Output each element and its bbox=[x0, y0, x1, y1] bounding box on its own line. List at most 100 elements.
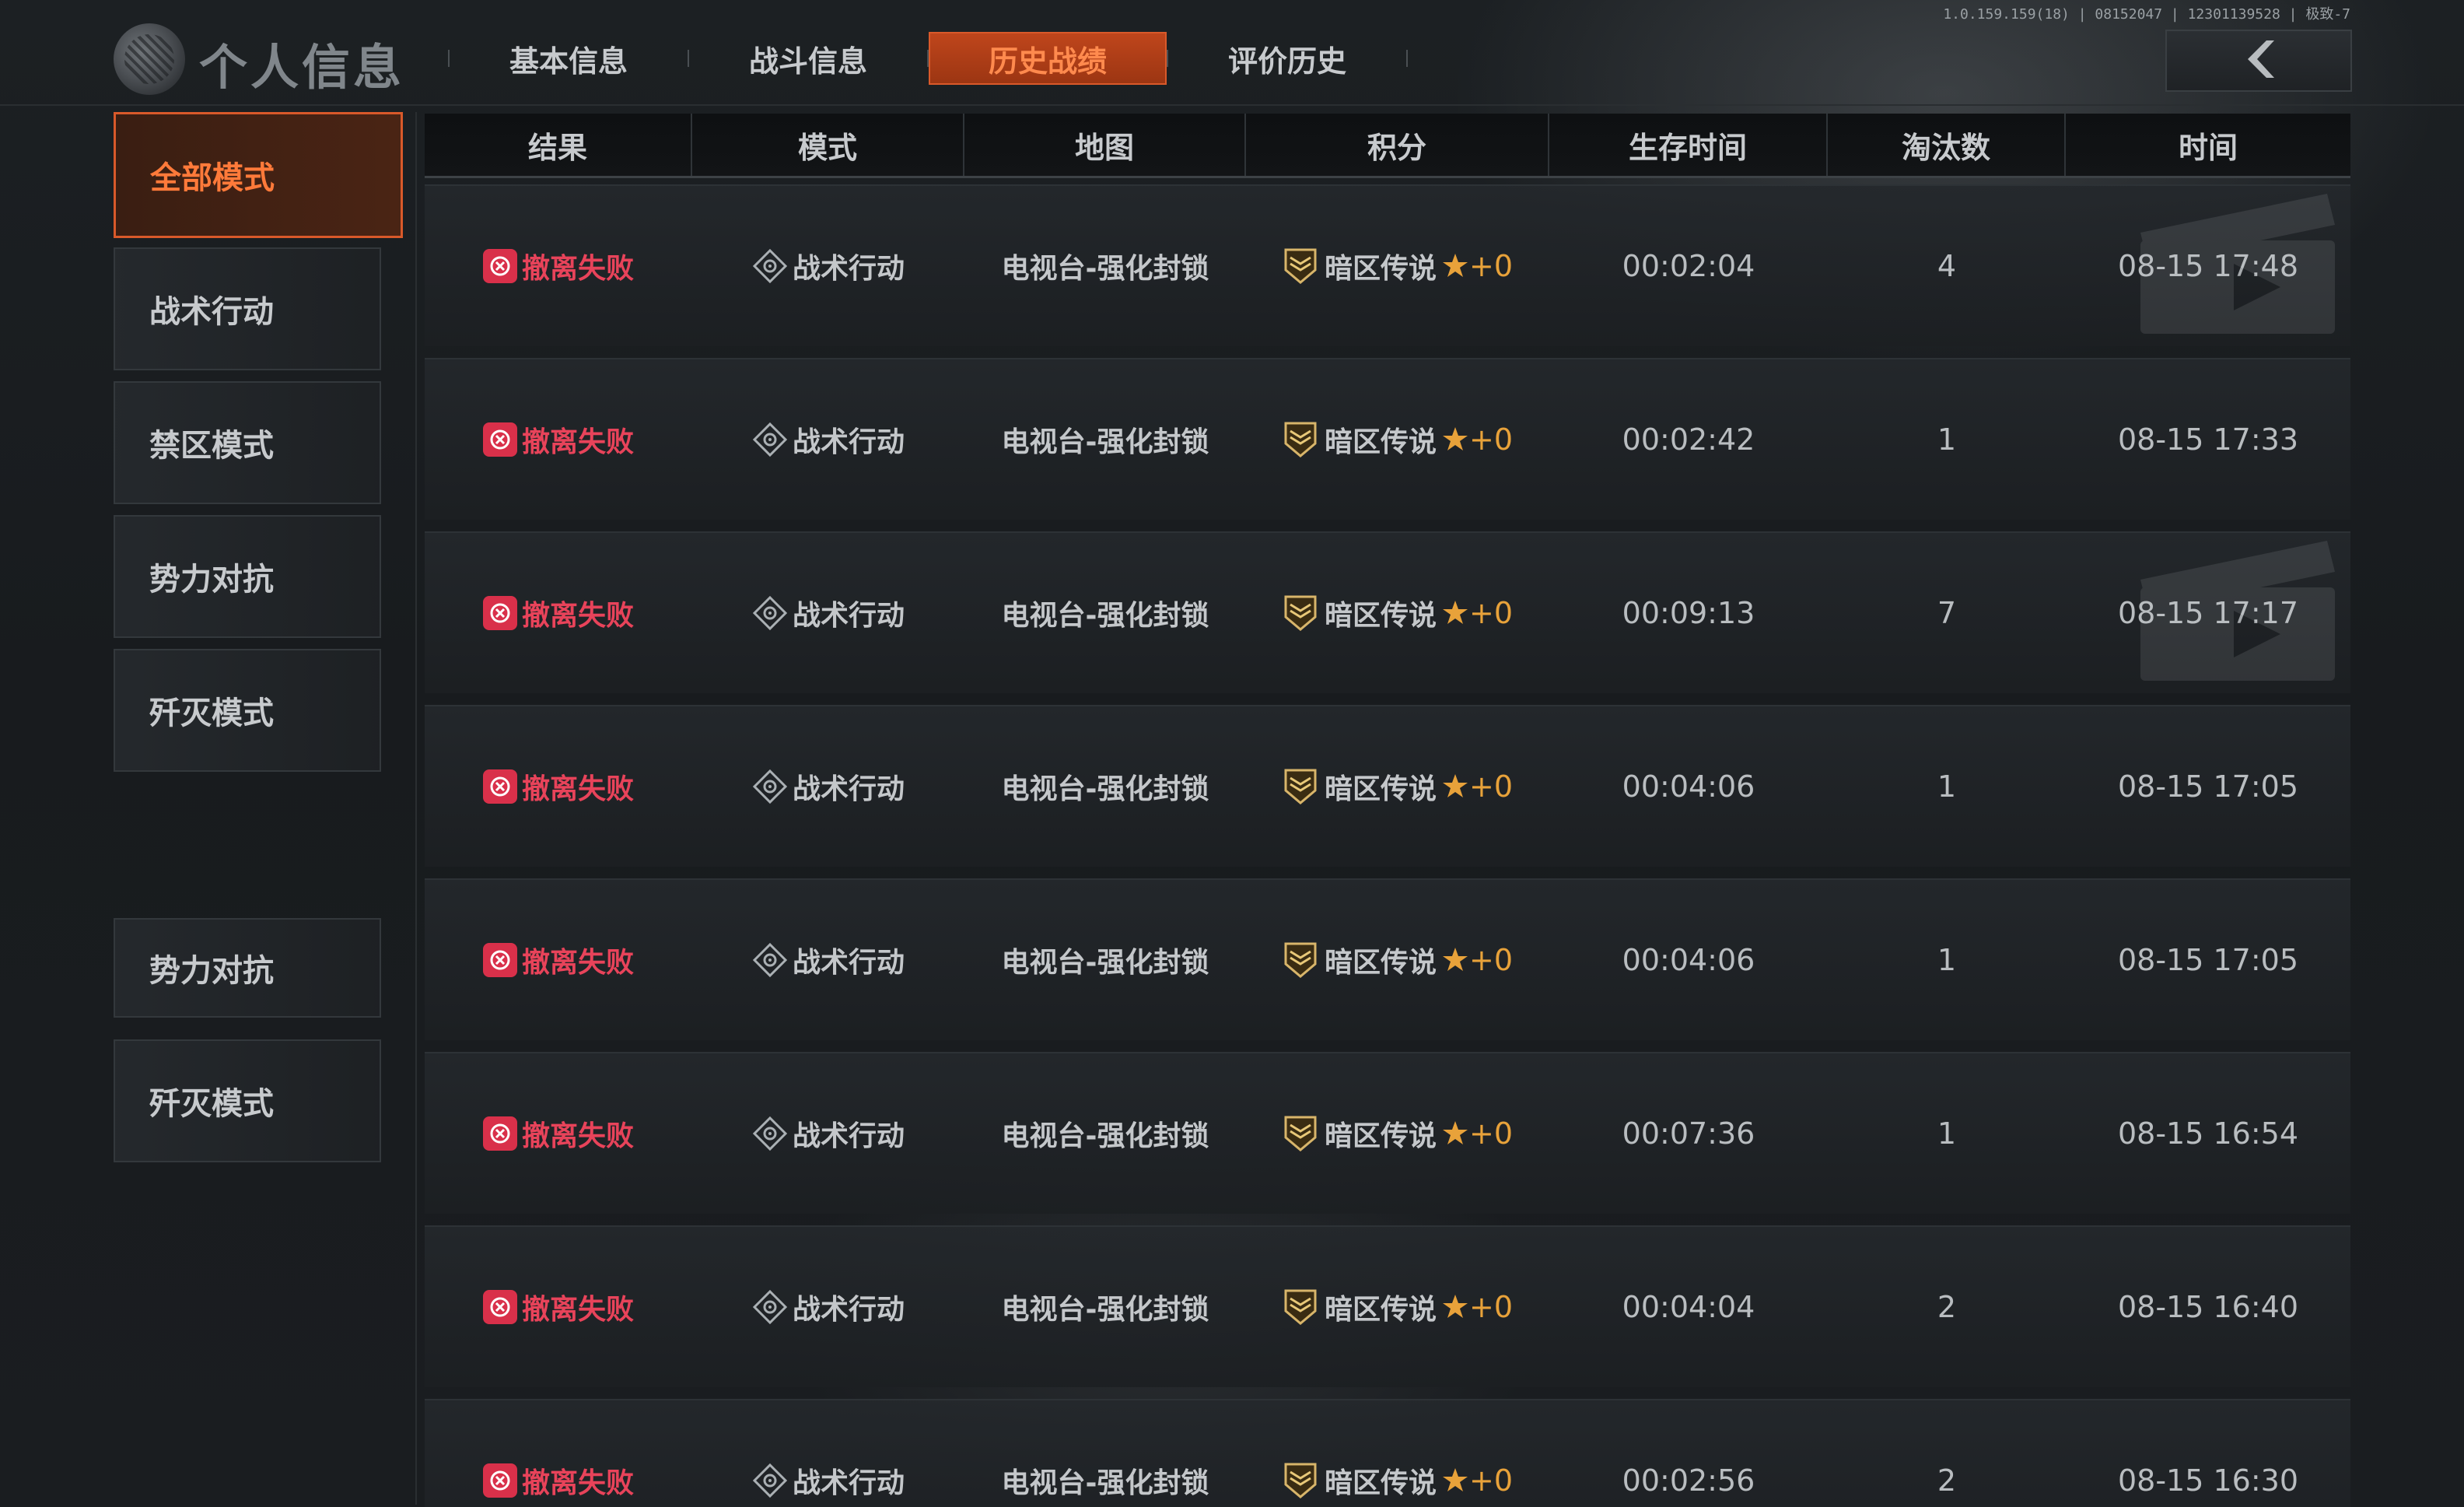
score-delta: +0 bbox=[1468, 596, 1514, 630]
survival-time-cell: 00:02:56 bbox=[1622, 1463, 1755, 1498]
tactical-operation-icon bbox=[752, 769, 788, 804]
tactical-operation-icon bbox=[752, 422, 788, 457]
score-cell: 暗区传说 +0 bbox=[1246, 1053, 1549, 1214]
mode-label: 战术行动 bbox=[792, 773, 905, 805]
extraction-fail-icon bbox=[482, 943, 517, 977]
sidebar-item-faction[interactable]: 势力对抗 bbox=[114, 515, 381, 638]
score-delta: +0 bbox=[1468, 1290, 1514, 1324]
extraction-fail-icon bbox=[482, 1290, 517, 1324]
extraction-fail-icon bbox=[482, 1463, 517, 1498]
tactical-operation-icon bbox=[752, 1463, 788, 1498]
rank-label: 暗区传说 bbox=[1324, 1467, 1437, 1499]
rank-label: 暗区传说 bbox=[1324, 773, 1437, 805]
survival-time-cell: 00:04:06 bbox=[1622, 769, 1755, 804]
table-row[interactable]: 撤离失败 战术行动 电视台-强化封锁 暗区传说 +0 00:04:04 2 08-15 16:… bbox=[425, 1225, 2350, 1387]
legend-rank-icon bbox=[1283, 767, 1318, 806]
result-cell: 撤离失败 bbox=[425, 533, 692, 693]
mode-cell: 战术行动 bbox=[692, 533, 964, 693]
table-row[interactable]: 撤离失败 战术行动 电视台-强化封锁 暗区传说 +0 00:04:06 1 08-15 17:… bbox=[425, 878, 2350, 1040]
sidebar-item-tactical[interactable]: 战术行动 bbox=[114, 247, 381, 370]
map-cell: 电视台-强化封锁 bbox=[1001, 773, 1209, 805]
mode-label: 战术行动 bbox=[792, 253, 905, 285]
time-cell: 08-15 16:30 bbox=[2117, 1463, 2298, 1498]
table-row[interactable]: 撤离失败 战术行动 电视台-强化封锁 暗区传说 +0 00:04:06 1 08-15 17:… bbox=[425, 705, 2350, 867]
tab-rating-history[interactable]: 评价历史 bbox=[1168, 32, 1406, 85]
mode-cell: 战术行动 bbox=[692, 1227, 964, 1387]
match-history-table: 结果 模式 地图 积分 生存时间 淘汰数 时间 撤离失败 战术行动 电视台-强化封锁… bbox=[425, 114, 2350, 1507]
kills-cell: 1 bbox=[1937, 769, 1957, 804]
sidebar-item-restricted[interactable]: 禁区模式 bbox=[114, 381, 381, 504]
table-row[interactable]: 撤离失败 战术行动 电视台-强化封锁 暗区传说 +0 00:02:42 1 08-15 17:… bbox=[425, 358, 2350, 520]
time-cell: 08-15 16:54 bbox=[2117, 1116, 2298, 1151]
result-label: 撤离失败 bbox=[521, 600, 634, 632]
chevron-left-icon bbox=[2235, 36, 2282, 86]
top-bar: 1.0.159.159(18) | 08152047 | 12301139528… bbox=[0, 0, 2464, 106]
tab-battle-info[interactable]: 战斗信息 bbox=[689, 32, 927, 85]
mode-cell: 战术行动 bbox=[692, 1053, 964, 1214]
legend-rank-icon bbox=[1283, 420, 1318, 459]
tab-match-history[interactable]: 历史战绩 bbox=[929, 32, 1167, 85]
sidebar-item-all-modes[interactable]: 全部模式 bbox=[114, 112, 403, 238]
mode-label: 战术行动 bbox=[792, 1467, 905, 1499]
kills-cell: 4 bbox=[1937, 249, 1957, 283]
tactical-operation-icon bbox=[752, 595, 788, 631]
result-label: 撤离失败 bbox=[521, 947, 634, 979]
rank-label: 暗区传说 bbox=[1324, 1120, 1437, 1152]
star-icon bbox=[1441, 1120, 1469, 1148]
result-label: 撤离失败 bbox=[521, 1467, 634, 1499]
mode-label: 战术行动 bbox=[792, 426, 905, 458]
sidebar-item-faction[interactable]: 势力对抗 bbox=[114, 918, 381, 1018]
tab-bar: 基本信息 战斗信息 历史战绩 评价历史 bbox=[448, 31, 1408, 86]
kills-cell: 2 bbox=[1937, 1290, 1957, 1324]
survival-time-cell: 00:04:04 bbox=[1622, 1290, 1755, 1324]
mode-label: 战术行动 bbox=[792, 947, 905, 979]
extraction-fail-icon bbox=[482, 1116, 517, 1151]
sidebar-item-annihilation[interactable]: 歼灭模式 bbox=[114, 1039, 381, 1162]
tab-divider bbox=[1406, 50, 1408, 67]
kills-cell: 2 bbox=[1937, 1463, 1957, 1498]
survival-time-cell: 00:02:42 bbox=[1622, 422, 1755, 457]
game-screen: 1.0.159.159(18) | 08152047 | 12301139528… bbox=[0, 0, 2464, 1507]
result-cell: 撤离失败 bbox=[425, 186, 692, 346]
tactical-operation-icon bbox=[752, 1116, 788, 1151]
map-cell: 电视台-强化封锁 bbox=[1001, 1467, 1209, 1499]
time-cell: 08-15 17:33 bbox=[2117, 422, 2298, 457]
score-cell: 暗区传说 +0 bbox=[1246, 880, 1549, 1040]
column-header-mode: 模式 bbox=[692, 114, 964, 176]
map-cell: 电视台-强化封锁 bbox=[1001, 1120, 1209, 1152]
result-label: 撤离失败 bbox=[521, 1120, 634, 1152]
sidebar-divider bbox=[415, 112, 417, 1505]
score-delta: +0 bbox=[1468, 422, 1514, 457]
table-row[interactable]: 撤离失败 战术行动 电视台-强化封锁 暗区传说 +0 00:02:56 2 08-15 16:… bbox=[425, 1399, 2350, 1507]
back-button[interactable] bbox=[2165, 30, 2352, 92]
result-label: 撤离失败 bbox=[521, 773, 634, 805]
score-cell: 暗区传说 +0 bbox=[1246, 1227, 1549, 1387]
mode-cell: 战术行动 bbox=[692, 880, 964, 1040]
table-header: 结果 模式 地图 积分 生存时间 淘汰数 时间 bbox=[425, 114, 2350, 178]
legend-rank-icon bbox=[1283, 1461, 1318, 1500]
extraction-fail-icon bbox=[482, 249, 517, 283]
score-delta: +0 bbox=[1468, 769, 1514, 804]
legend-rank-icon bbox=[1283, 594, 1318, 633]
column-header-kills: 淘汰数 bbox=[1828, 114, 2066, 176]
mode-cell: 战术行动 bbox=[692, 706, 964, 867]
clapperboard-watermark-icon bbox=[2125, 186, 2350, 346]
map-cell: 电视台-强化封锁 bbox=[1001, 253, 1209, 285]
time-cell: 08-15 16:40 bbox=[2117, 1290, 2298, 1324]
version-info: 1.0.159.159(18) | 08152047 | 12301139528… bbox=[1943, 6, 2350, 23]
rank-label: 暗区传说 bbox=[1324, 600, 1437, 632]
tactical-operation-icon bbox=[752, 248, 788, 284]
mode-label: 战术行动 bbox=[792, 1120, 905, 1152]
result-cell: 撤离失败 bbox=[425, 1053, 692, 1214]
table-row[interactable]: 撤离失败战术行动电视台-强化封锁暗区传说+000:02:04408-15 17:… bbox=[425, 184, 2350, 346]
result-cell: 撤离失败 bbox=[425, 359, 692, 520]
table-row[interactable]: 撤离失败战术行动电视台-强化封锁暗区传说+000:09:13708-15 17:… bbox=[425, 531, 2350, 693]
score-cell: 暗区传说 +0 bbox=[1246, 186, 1549, 346]
sidebar-item-annihilation[interactable]: 歼灭模式 bbox=[114, 649, 381, 772]
legend-rank-icon bbox=[1283, 247, 1318, 286]
time-cell: 08-15 17:05 bbox=[2117, 943, 2298, 977]
table-row[interactable]: 撤离失败 战术行动 电视台-强化封锁 暗区传说 +0 00:07:36 1 08-15 16:… bbox=[425, 1052, 2350, 1214]
globe-logo-icon bbox=[114, 23, 185, 95]
tab-basic-info[interactable]: 基本信息 bbox=[450, 32, 688, 85]
legend-rank-icon bbox=[1283, 1114, 1318, 1153]
